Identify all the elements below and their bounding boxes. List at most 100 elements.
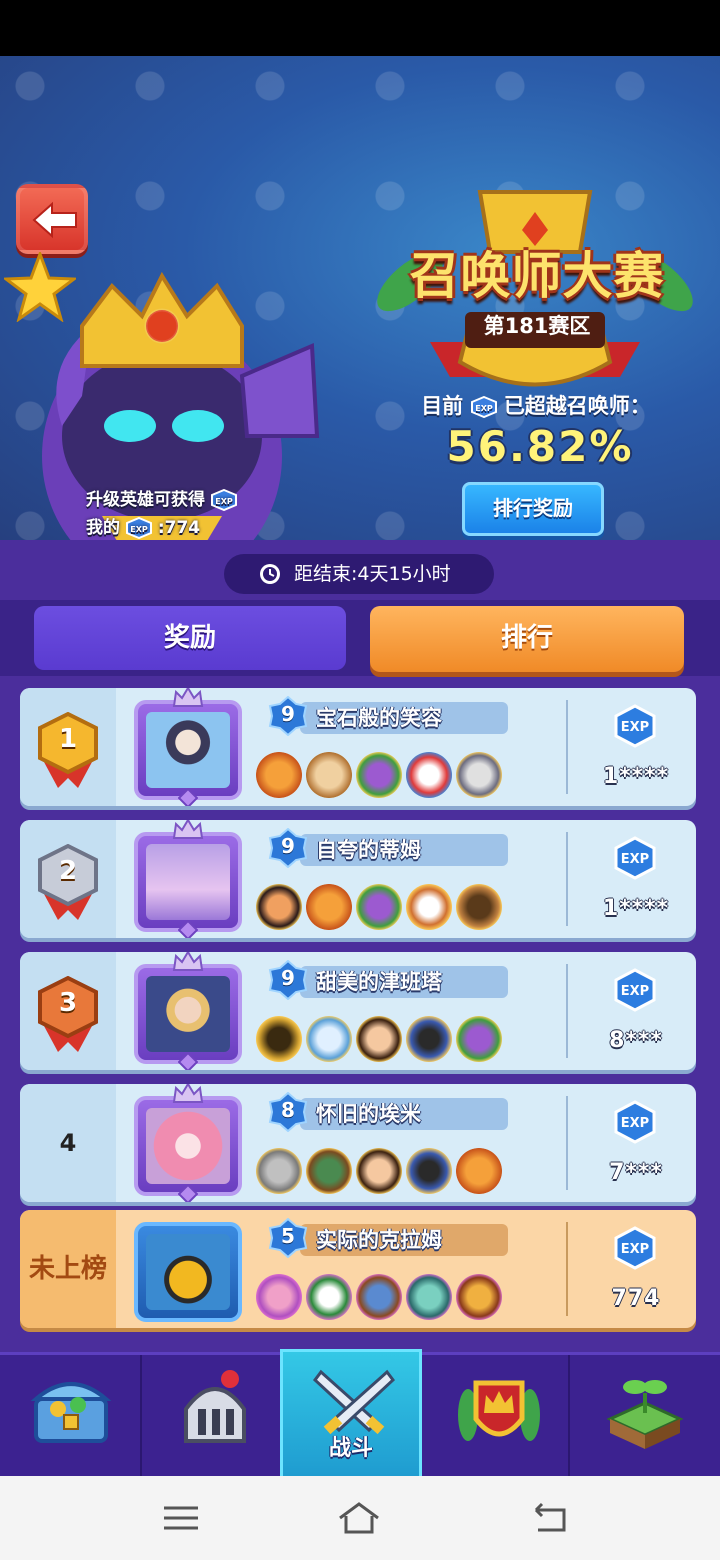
exp-icon: EXP	[614, 1100, 656, 1144]
rank-cell: 3	[20, 952, 116, 1070]
player-name: 甜美的津班塔	[316, 970, 442, 994]
hero-icon	[256, 752, 302, 798]
exp-icon: EXP	[614, 704, 656, 748]
frame-crown-icon	[172, 820, 204, 839]
event-banner: 升级英雄可获得 EXP 我的 EXP :774 召唤师大赛 第181赛区 目前	[0, 56, 720, 540]
hero-icon	[456, 884, 502, 930]
my-exp-value: :774	[157, 518, 201, 538]
player-level: 5	[281, 1224, 295, 1248]
crossed-swords-icon	[312, 1369, 396, 1435]
my-rank-row[interactable]: 未上榜 5 实际的克拉姆 EXP 774	[20, 1210, 696, 1328]
avatar[interactable]	[134, 832, 242, 932]
nav-garden[interactable]	[574, 1355, 716, 1479]
frame-gem-icon	[178, 788, 198, 806]
home-icon[interactable]	[334, 1498, 384, 1538]
hero-note-text: 升级英雄可获得	[86, 490, 205, 510]
exp-value: 7***	[609, 1160, 663, 1185]
nav-heroes[interactable]	[144, 1355, 286, 1479]
tab-reward[interactable]: 奖励	[34, 606, 346, 670]
player-level: 9	[281, 966, 295, 990]
nav-battle[interactable]: 战斗	[280, 1349, 422, 1479]
avatar[interactable]	[134, 964, 242, 1064]
hero-icon	[306, 1274, 352, 1320]
hero-icon	[456, 1016, 502, 1062]
avatar[interactable]	[134, 700, 242, 800]
frame-crown-icon	[172, 952, 204, 971]
divider	[566, 700, 568, 794]
hero-icon	[256, 1016, 302, 1062]
divider	[566, 1096, 568, 1190]
sprout-island-icon	[606, 1380, 684, 1449]
exp-icon: EXP	[614, 836, 656, 880]
rank-cell: 4	[20, 1084, 116, 1202]
exp-value: 8***	[609, 1028, 663, 1053]
svg-text:EXP: EXP	[621, 984, 649, 999]
hero-icon	[356, 884, 402, 930]
exp-icon: EXP	[210, 489, 237, 511]
hero-icon	[306, 1016, 352, 1062]
player-name: 自夸的蒂姆	[316, 838, 421, 862]
surpass-text: 目前 EXP 已超越召唤师：	[421, 394, 651, 418]
hero-icon	[406, 752, 452, 798]
back-arrow-icon	[32, 201, 77, 239]
back-button[interactable]	[16, 184, 88, 254]
rank-cell: 2	[20, 820, 116, 938]
surpass-percent: 56.82%	[446, 422, 634, 471]
rank-number: 1	[58, 724, 78, 754]
exp-icon: EXP	[614, 968, 656, 1012]
svg-text:EXP: EXP	[621, 1242, 649, 1257]
my-avatar[interactable]	[134, 1222, 242, 1322]
player-name: 实际的克拉姆	[316, 1228, 442, 1252]
bottom-nav: 战斗	[0, 1349, 720, 1479]
divider	[566, 1222, 568, 1316]
treasure-chest-icon	[30, 1382, 112, 1443]
player-name: 怀旧的埃米	[316, 1102, 421, 1126]
frame-gem-icon	[178, 1184, 198, 1202]
divider	[566, 964, 568, 1058]
leaderboard-row[interactable]: 2 9 自夸的蒂姆 EXP 1****	[20, 820, 696, 938]
nav-tournament[interactable]	[428, 1355, 570, 1479]
rank-number: 4	[59, 1129, 77, 1157]
countdown-text: 距结束:4天15小时	[294, 563, 451, 585]
player-name: 宝石般的笑容	[316, 706, 442, 730]
menu-icon[interactable]	[156, 1498, 206, 1538]
rank-reward-button[interactable]: 排行奖励	[462, 482, 604, 536]
unranked-label: 未上榜	[28, 1254, 107, 1284]
exp-icon: EXP	[125, 517, 152, 539]
hero-icon	[406, 1016, 452, 1062]
frame-crown-icon	[172, 688, 204, 707]
exp-value: 1****	[602, 896, 670, 921]
knight-helmet-icon	[184, 1370, 246, 1443]
hero-icon	[356, 1148, 402, 1194]
exp-icon: EXP	[470, 396, 497, 418]
hero-icon	[456, 1148, 502, 1194]
status-bar	[0, 0, 720, 56]
svg-text:EXP: EXP	[130, 525, 148, 534]
frame-gem-icon	[178, 920, 198, 938]
hero-icon	[356, 1274, 402, 1320]
leaderboard-panel: 距结束:4天15小时 奖励 排行 1 9 宝石般的笑容 EXP 1**** 2 …	[0, 540, 720, 1352]
hero-icon	[456, 752, 502, 798]
svg-text:EXP: EXP	[621, 720, 649, 735]
leaderboard-row[interactable]: 3 9 甜美的津班塔 EXP 8***	[20, 952, 696, 1070]
nav-battle-label: 战斗	[328, 1436, 373, 1461]
nav-shop[interactable]	[0, 1355, 142, 1479]
avatar[interactable]	[134, 1096, 242, 1196]
hero-icon	[456, 1274, 502, 1320]
system-nav-bar	[0, 1476, 720, 1560]
crown-shield-icon	[458, 1380, 540, 1441]
rank-cell: 未上榜	[20, 1210, 116, 1328]
season-label: 第181赛区	[483, 314, 591, 338]
tab-rank[interactable]: 排行	[370, 606, 684, 672]
hero-icon	[256, 1148, 302, 1194]
exp-value: 1****	[602, 764, 670, 789]
hero-icon	[306, 752, 352, 798]
svg-text:EXP: EXP	[475, 404, 493, 413]
leaderboard-row[interactable]: 4 8 怀旧的埃米 EXP 7***	[20, 1084, 696, 1202]
player-level: 9	[281, 702, 295, 726]
leaderboard-row[interactable]: 1 9 宝石般的笑容 EXP 1****	[20, 688, 696, 806]
hero-icon	[306, 884, 352, 930]
rank-cell: 1	[20, 688, 116, 806]
rank-number: 3	[58, 988, 78, 1018]
back-nav-icon[interactable]	[524, 1498, 574, 1538]
